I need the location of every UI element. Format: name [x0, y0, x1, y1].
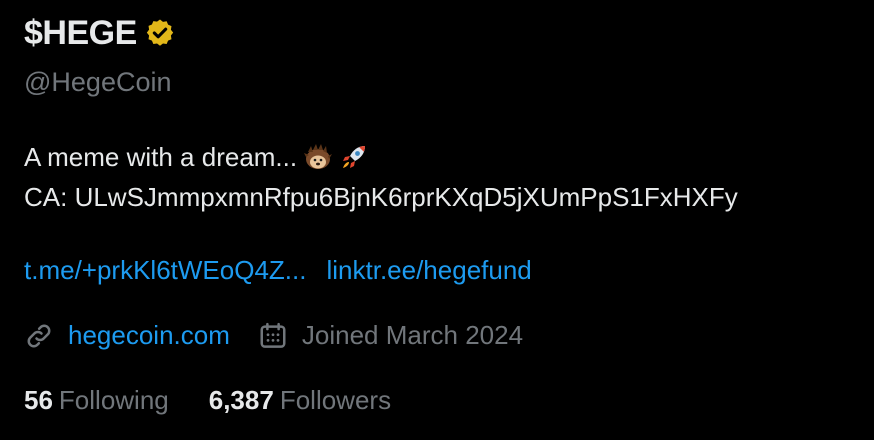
link-icon: [27, 324, 51, 347]
profile-bio: A meme with a dream... CA: ULwSJmmpxmnRf…: [24, 137, 738, 217]
website-link[interactable]: hegecoin.com: [68, 320, 230, 351]
display-name: $HEGE: [24, 14, 137, 52]
joined-date: Joined March 2024: [301, 320, 524, 350]
linktree-link[interactable]: linktr.ee/hegefund: [326, 255, 531, 286]
profile-meta: hegecoin.com Joined March 2024: [24, 320, 523, 351]
following-stat[interactable]: 56 Following: [24, 385, 169, 416]
bio-text-2: CA: ULwSJmmpxmnRfpu6BjnK6rprKXqD5jXUmPpS…: [24, 182, 738, 212]
bio-links: t.me/+prkKl6tWEoQ4Z... linktr.ee/hegefun…: [24, 255, 532, 286]
followers-stat[interactable]: 6,387 Followers: [209, 385, 391, 416]
followers-count: 6,387: [208, 385, 274, 415]
profile-stats: 56 Following 6,387 Followers: [24, 385, 391, 416]
calendar-icon: [260, 322, 286, 348]
hedgehog-emoji-icon: [304, 144, 333, 169]
bio-line-1: A meme with a dream...: [24, 137, 738, 177]
following-label: Following: [58, 385, 169, 415]
bio-line-2: CA: ULwSJmmpxmnRfpu6BjnK6rprKXqD5jXUmPpS…: [24, 177, 738, 217]
telegram-link[interactable]: t.me/+prkKl6tWEoQ4Z...: [24, 255, 306, 286]
profile-name-row: $HEGE: [24, 14, 177, 53]
bio-text-1: A meme with a dream...: [24, 142, 298, 172]
profile-handle: @HegeCoin: [24, 67, 172, 97]
verified-badge-icon[interactable]: [143, 17, 177, 51]
followers-label: Followers: [279, 385, 392, 415]
website-item: hegecoin.com: [24, 320, 230, 351]
rocket-emoji-icon: [343, 146, 366, 168]
joined-item: Joined March 2024: [258, 320, 523, 351]
following-count: 56: [24, 385, 53, 415]
